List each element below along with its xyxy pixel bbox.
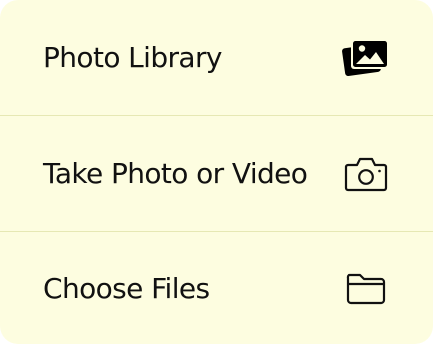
menu-item-photo-library[interactable]: Photo Library: [0, 0, 433, 115]
menu-item-choose-files[interactable]: Choose Files: [0, 232, 433, 344]
camera-icon: [342, 152, 390, 196]
menu-item-label: Photo Library: [43, 41, 222, 74]
menu-item-take-photo-or-video[interactable]: Take Photo or Video: [0, 116, 433, 231]
file-source-menu: Photo Library Take Photo or Video Choose…: [0, 0, 433, 344]
photo-library-icon: [342, 36, 390, 80]
folder-icon: [342, 266, 390, 310]
menu-item-label: Choose Files: [43, 271, 210, 305]
menu-item-label: Take Photo or Video: [43, 157, 308, 190]
